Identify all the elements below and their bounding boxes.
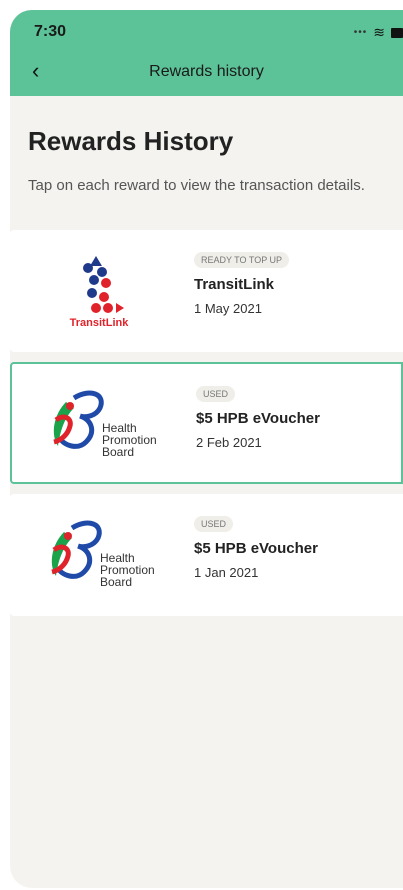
status-badge: READY TO TOP UP bbox=[194, 252, 290, 268]
reward-card-hpb-jan[interactable]: Health Promotion Board USED $5 HPB eVouc… bbox=[10, 494, 403, 616]
nav-bar: ‹ Rewards history bbox=[10, 58, 403, 88]
transitlink-logo-icon: TransitLink bbox=[70, 256, 130, 329]
reward-title: TransitLink bbox=[194, 276, 275, 293]
wifi-icon: ≋ bbox=[373, 24, 385, 40]
status-icons: ••• ≋ bbox=[354, 24, 403, 41]
reward-card-hpb-feb[interactable]: Health Promotion Board USED $5 HPB eVouc… bbox=[10, 362, 403, 484]
hpb-logo-line-3: Board bbox=[100, 575, 132, 589]
hpb-logo-icon: Health Promotion Board bbox=[53, 390, 156, 459]
reward-date: 1 May 2021 bbox=[194, 301, 262, 316]
reward-card-transitlink[interactable]: TransitLink READY TO TOP UP TransitLink … bbox=[10, 230, 403, 352]
rewards-list: TransitLink READY TO TOP UP TransitLink … bbox=[10, 230, 403, 616]
reward-info: USED $5 HPB eVoucher 1 Jan 2021 bbox=[194, 514, 318, 580]
page-title: Rewards History bbox=[28, 126, 234, 156]
signal-icon: ••• bbox=[353, 27, 368, 38]
page-subtitle: Tap on each reward to view the transacti… bbox=[28, 177, 365, 194]
reward-title: $5 HPB eVoucher bbox=[194, 540, 318, 557]
phone-screen: 7:30 ••• ≋ ‹ Rewards history Rewards His… bbox=[10, 10, 403, 888]
reward-title: $5 HPB eVoucher bbox=[196, 410, 320, 427]
status-bar: 7:30 ••• ≋ bbox=[34, 23, 403, 43]
main-content: Rewards History Tap on each reward to vi… bbox=[10, 126, 403, 196]
reward-info: USED $5 HPB eVoucher 2 Feb 2021 bbox=[196, 384, 320, 450]
header-bar: 7:30 ••• ≋ ‹ Rewards history bbox=[10, 10, 403, 96]
status-time: 7:30 bbox=[34, 23, 67, 40]
transitlink-logo-text: TransitLink bbox=[70, 317, 130, 329]
hpb-logo-icon: Health Promotion Board bbox=[51, 520, 154, 589]
reward-date: 2 Feb 2021 bbox=[196, 435, 262, 450]
hpb-logo-line-3: Board bbox=[102, 445, 134, 459]
status-badge: USED bbox=[194, 516, 234, 532]
nav-title: Rewards history bbox=[149, 63, 264, 80]
status-badge: USED bbox=[196, 386, 236, 402]
reward-date: 1 Jan 2021 bbox=[194, 565, 259, 580]
reward-info: READY TO TOP UP TransitLink 1 May 2021 bbox=[194, 250, 290, 316]
battery-icon bbox=[391, 27, 403, 38]
